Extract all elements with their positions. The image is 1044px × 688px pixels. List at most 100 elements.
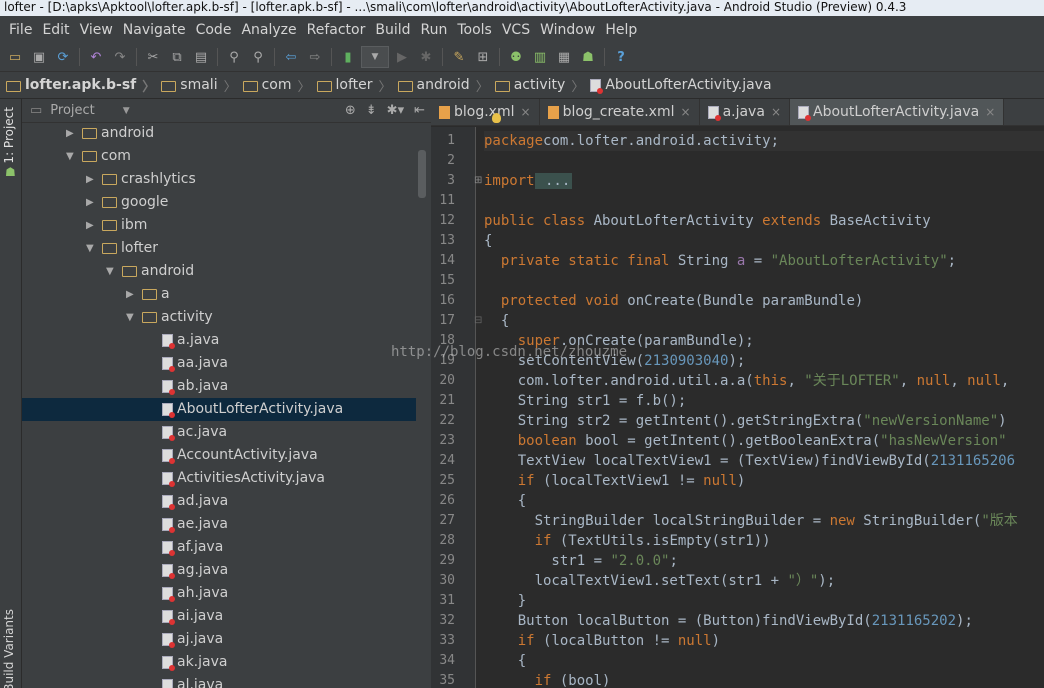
editor-tab[interactable]: blog_create.xml × <box>540 99 700 125</box>
menu-build[interactable]: Build <box>370 22 415 38</box>
menu-tools[interactable]: Tools <box>452 22 497 38</box>
breadcrumb-item[interactable]: android 〉 <box>397 76 495 95</box>
tree-file-row[interactable]: ak.java <box>22 651 416 674</box>
close-tab-icon[interactable]: × <box>521 105 531 119</box>
back-icon[interactable]: ⇦ <box>280 46 302 68</box>
code-editor[interactable]: packagecom.lofter.android.activity; impor… <box>484 127 1044 688</box>
fold-marker-icon[interactable]: ⊞ <box>474 175 482 186</box>
collapsed-arrow-icon[interactable]: ▶ <box>126 283 142 306</box>
menu-refactor[interactable]: Refactor <box>302 22 371 38</box>
avd-manager-icon[interactable]: ⚉ <box>505 46 527 68</box>
tree-folder-row[interactable]: ▶ a <box>22 283 416 306</box>
debug-icon[interactable]: ✱ <box>415 46 437 68</box>
close-tab-icon[interactable]: × <box>681 105 691 119</box>
copy-icon[interactable]: ⧉ <box>166 46 188 68</box>
tree-file-row[interactable]: aa.java <box>22 352 416 375</box>
tree-folder-row[interactable]: ▶ google <box>22 191 416 214</box>
tree-folder-row[interactable]: ▼ com <box>22 145 416 168</box>
breadcrumb-item[interactable]: smali 〉 <box>161 76 242 95</box>
collapsed-arrow-icon[interactable]: ▶ <box>86 214 102 237</box>
hide-panel-icon[interactable]: ⇤ <box>414 103 425 118</box>
tree-file-row[interactable]: al.java <box>22 674 416 688</box>
tree-file-row[interactable]: af.java <box>22 536 416 559</box>
sdk-manager-icon[interactable]: ▥ <box>529 46 551 68</box>
menu-help[interactable]: Help <box>600 22 642 38</box>
tree-folder-row[interactable]: ▶ ibm <box>22 214 416 237</box>
collapse-all-icon[interactable]: ⇟ <box>366 103 377 118</box>
close-tab-icon[interactable]: × <box>985 105 995 119</box>
menu-vcs[interactable]: VCS <box>497 22 535 38</box>
replace-icon[interactable]: ⚲ <box>247 46 269 68</box>
make-project-icon[interactable]: ▮ <box>337 46 359 68</box>
breadcrumb-item[interactable]: com 〉 <box>242 76 317 95</box>
tree-folder-row[interactable]: ▶ android <box>22 122 416 145</box>
tree-file-row[interactable]: a.java <box>22 329 416 352</box>
save-all-icon[interactable]: ▣ <box>28 46 50 68</box>
paste-icon[interactable]: ▤ <box>190 46 212 68</box>
tree-folder-row[interactable]: ▶ crashlytics <box>22 168 416 191</box>
help-icon[interactable]: ? <box>610 46 632 68</box>
tree-folder-row[interactable]: ▼ android <box>22 260 416 283</box>
editor-tab[interactable]: a.java × <box>700 99 790 125</box>
sync-icon[interactable]: ⟳ <box>52 46 74 68</box>
expanded-arrow-icon[interactable]: ▼ <box>126 306 142 329</box>
menu-run[interactable]: Run <box>416 22 453 38</box>
expanded-arrow-icon[interactable]: ▼ <box>86 237 102 260</box>
tree-file-row[interactable]: ag.java <box>22 559 416 582</box>
tree-file-row[interactable]: aj.java <box>22 628 416 651</box>
tree-scrollbar[interactable] <box>418 150 426 198</box>
tree-folder-row[interactable]: ▼ activity <box>22 306 416 329</box>
tree-file-row[interactable]: ab.java <box>22 375 416 398</box>
tree-file-row[interactable]: AccountActivity.java <box>22 444 416 467</box>
tree-file-row[interactable]: ActivitiesActivity.java <box>22 467 416 490</box>
fold-marker-icon[interactable]: ⊟ <box>474 315 482 326</box>
settings-icon[interactable]: ✎ <box>448 46 470 68</box>
collapsed-arrow-icon[interactable]: ▶ <box>86 191 102 214</box>
redo-icon[interactable]: ↷ <box>109 46 131 68</box>
menu-view[interactable]: View <box>75 22 118 38</box>
breadcrumb-item[interactable]: AboutLofterActivity.java <box>590 77 772 94</box>
menu-analyze[interactable]: Analyze <box>236 22 301 38</box>
find-icon[interactable]: ⚲ <box>223 46 245 68</box>
project-panel-title[interactable]: Project <box>50 103 94 118</box>
monitor-icon[interactable]: ▦ <box>553 46 575 68</box>
undo-icon[interactable]: ↶ <box>85 46 107 68</box>
run-config-dropdown[interactable]: ▼ <box>361 46 389 68</box>
view-dropdown-icon[interactable]: ▼ <box>123 106 130 116</box>
project-structure-icon[interactable]: ⊞ <box>472 46 494 68</box>
open-folder-icon[interactable]: ▭ <box>4 46 26 68</box>
breadcrumb-item[interactable]: lofter 〉 <box>316 76 398 95</box>
tree-folder-row[interactable]: ▼ lofter <box>22 237 416 260</box>
cut-icon[interactable]: ✂ <box>142 46 164 68</box>
menu-window[interactable]: Window <box>535 22 600 38</box>
expanded-arrow-icon[interactable]: ▼ <box>66 145 82 168</box>
run-icon[interactable]: ▶ <box>391 46 413 68</box>
menu-code[interactable]: Code <box>191 22 237 38</box>
tree-file-row[interactable]: ad.java <box>22 490 416 513</box>
breadcrumb-item[interactable]: activity 〉 <box>494 76 591 95</box>
editor-tab[interactable]: blog.xml × <box>431 99 540 125</box>
editor-tab[interactable]: AboutLofterActivity.java × <box>790 99 1005 125</box>
tree-file-row[interactable]: ac.java <box>22 421 416 444</box>
tree-file-row[interactable]: ah.java <box>22 582 416 605</box>
forward-icon[interactable]: ⇨ <box>304 46 326 68</box>
project-tool-tab[interactable]: 1: Project <box>2 107 16 164</box>
menu-navigate[interactable]: Navigate <box>118 22 191 38</box>
breadcrumb-item[interactable]: lofter.apk.b-sf 〉 <box>6 76 161 95</box>
scroll-from-source-icon[interactable]: ⊕ <box>345 103 356 118</box>
close-tab-icon[interactable]: × <box>771 105 781 119</box>
tree-file-row[interactable]: ae.java <box>22 513 416 536</box>
collapsed-arrow-icon[interactable]: ▶ <box>86 168 102 191</box>
expanded-arrow-icon[interactable]: ▼ <box>106 260 122 283</box>
build-variants-tab[interactable]: Build Variants <box>2 609 16 688</box>
menu-edit[interactable]: Edit <box>37 22 74 38</box>
tree-file-row[interactable]: AboutLofterActivity.java <box>22 398 416 421</box>
android-icon[interactable]: ☗ <box>577 46 599 68</box>
folded-code-placeholder[interactable]: ... <box>534 173 573 189</box>
tree-file-row[interactable]: ai.java <box>22 605 416 628</box>
intention-bulb-icon[interactable] <box>492 113 501 123</box>
android-tab-icon[interactable]: ☗ <box>5 165 16 179</box>
gear-icon[interactable]: ✱▾ <box>387 103 404 118</box>
collapsed-arrow-icon[interactable]: ▶ <box>66 122 82 145</box>
menu-file[interactable]: File <box>4 22 37 38</box>
